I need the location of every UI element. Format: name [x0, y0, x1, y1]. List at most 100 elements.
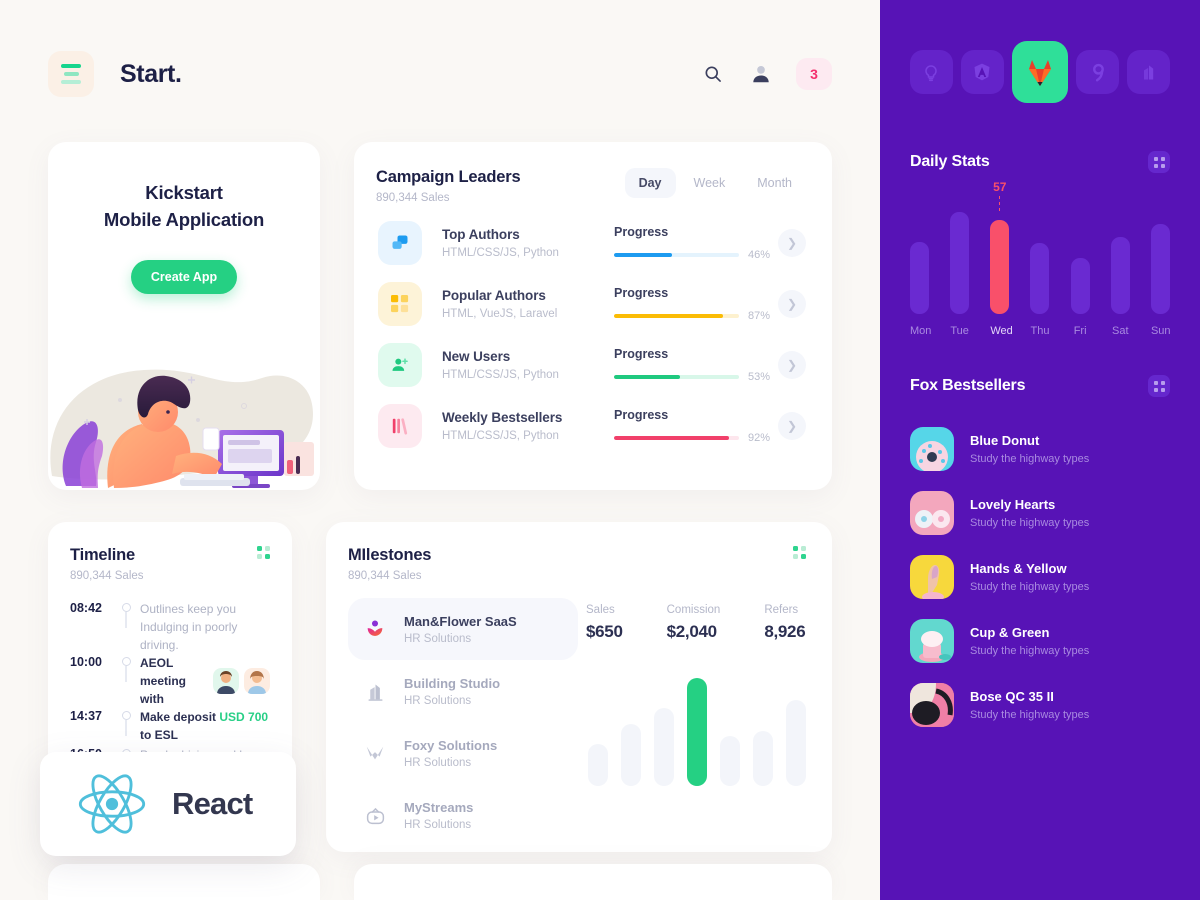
chart-bar — [588, 744, 608, 786]
chevron-right-icon[interactable]: ❯ — [778, 412, 806, 440]
milestone-sub: HR Solutions — [404, 818, 472, 831]
tab-day[interactable]: Day — [624, 168, 676, 198]
react-atom-icon — [78, 774, 146, 834]
stat-value: $650 — [586, 622, 623, 641]
bestseller-sub: Study the highway types — [970, 645, 1090, 657]
angular-app-icon[interactable] — [960, 50, 1004, 94]
milestones-list: Man&Flower SaaS HR Solutions Building St… — [348, 598, 578, 846]
chart-x-label: Mon — [910, 325, 932, 337]
list-item[interactable]: MyStreams HR Solutions — [348, 784, 578, 846]
tv-play-icon — [358, 805, 392, 826]
grid-dots-icon[interactable] — [793, 546, 806, 559]
milestones-body: Man&Flower SaaS HR Solutions Building St… — [348, 598, 806, 846]
avatar[interactable] — [213, 668, 239, 694]
books-icon — [378, 404, 422, 448]
create-app-button[interactable]: Create App — [131, 259, 237, 294]
progress-percent: 92% — [748, 432, 771, 444]
list-item[interactable]: Blue Donut Study the highway types — [910, 417, 1170, 481]
campaign-row-name: Weekly Bestsellers — [442, 410, 563, 425]
daily-stats-title: Daily Stats — [910, 153, 990, 170]
chevron-right-icon[interactable]: ❯ — [778, 229, 806, 257]
milestone-name: Man&Flower SaaS — [404, 613, 517, 629]
chart-x-label: Fri — [1073, 325, 1087, 337]
list-item[interactable]: Building Studio HR Solutions — [348, 660, 578, 722]
notification-badge[interactable]: 3 — [796, 58, 832, 90]
search-icon[interactable] — [700, 61, 726, 87]
nine-app-icon[interactable] — [1076, 50, 1120, 94]
progress-percent: 87% — [748, 310, 771, 322]
bestseller-name: Blue Donut — [970, 433, 1040, 448]
grid-dots-icon[interactable] — [1148, 375, 1170, 397]
progress-track — [614, 253, 739, 257]
building-icon — [358, 681, 392, 702]
campaign-row-tech: HTML/CSS/JS, Python — [442, 247, 559, 259]
list-item[interactable]: Foxy Solutions HR Solutions — [348, 722, 578, 784]
hamburger-logo-icon[interactable] — [48, 51, 94, 97]
kickstart-title-line1: Kickstart — [145, 182, 223, 203]
campaign-row[interactable]: New Users HTML/CSS/JS, Python Progress 5… — [376, 343, 806, 387]
campaign-row[interactable]: Popular Authors HTML, VueJS, Laravel Pro… — [376, 282, 806, 326]
grid-dots-icon[interactable] — [257, 546, 270, 559]
stat-label: Refers — [764, 604, 799, 616]
chart-bar — [910, 241, 929, 314]
list-item[interactable]: Bose QC 35 II Study the highway types — [910, 673, 1170, 737]
timeline-text-before: Make deposit — [140, 710, 220, 724]
chart-bar: 57 — [990, 180, 1010, 314]
list-item[interactable]: Man&Flower SaaS HR Solutions — [348, 598, 578, 660]
campaign-row[interactable]: Weekly Bestsellers HTML/CSS/JS, Python P… — [376, 404, 806, 448]
kickstart-title-line2: Mobile Application — [103, 208, 265, 230]
milestones-bar-chart — [586, 666, 806, 786]
brand-title: Start. — [120, 59, 182, 88]
chat-bubbles-icon — [378, 221, 422, 265]
bestseller-name: Bose QC 35 II — [970, 689, 1054, 704]
chevron-right-icon[interactable]: ❯ — [778, 351, 806, 379]
milestone-name: Building Studio — [404, 675, 501, 691]
tab-month[interactable]: Month — [743, 168, 806, 198]
logo-bar — [63, 72, 79, 76]
row-one: Kickstart Mobile Application Create App — [0, 142, 880, 490]
campaign-subtitle: 890,344 Sales — [376, 192, 450, 204]
stats-row: Sales $650 Comission $2,040 Refers 8,926 — [586, 598, 806, 642]
list-item[interactable]: Hands & Yellow Study the highway types — [910, 545, 1170, 609]
bestsellers-list: Blue Donut Study the highway types Lovely … — [910, 417, 1170, 737]
chevron-right-icon[interactable]: ❯ — [778, 290, 806, 318]
app-switcher — [910, 41, 1171, 103]
progress-percent: 53% — [748, 371, 771, 383]
chart-value-label: 57 — [993, 180, 1007, 195]
bestseller-text: Bose QC 35 II Study the highway types — [970, 689, 1089, 721]
page-title: Campaign Leaders — [376, 168, 521, 186]
timeline-text: Make deposit USD 700 to ESL — [140, 708, 270, 744]
chart-bar — [1030, 243, 1050, 314]
avatar-group — [213, 668, 270, 694]
daily-stats-chart: 57 Mon Tue Wed Thu Fri Sat Sun — [910, 180, 1171, 339]
top-bar: Start. 3 — [0, 0, 880, 100]
lightbulb-app-icon[interactable] — [910, 50, 953, 94]
chart-bar — [950, 212, 970, 314]
bestsellers-header: Fox Bestsellers — [910, 375, 1170, 397]
timeline-text-after: to ESL — [140, 728, 178, 742]
hands-photo — [910, 555, 954, 599]
list-item[interactable]: Lovely Hearts Study the highway types — [910, 481, 1170, 545]
grid-dots-icon[interactable] — [1148, 151, 1170, 173]
timeline-text: AEOL meeting with — [140, 654, 270, 708]
list-item: 10:00 AEOL meeting with — [70, 654, 270, 708]
avatar[interactable] — [244, 668, 270, 694]
stat-value: $2,040 — [666, 622, 718, 641]
list-item: 08:42 Outlines keep you Indulging in poo… — [70, 600, 270, 654]
campaign-row-tech: HTML/CSS/JS, Python — [442, 430, 559, 442]
react-badge-card[interactable]: React — [40, 752, 296, 856]
timeline-time: 08:42 — [70, 601, 102, 615]
list-item[interactable]: Cup & Green Study the highway types — [910, 609, 1170, 673]
chart-bar — [786, 700, 806, 786]
kickstart-card: Kickstart Mobile Application Create App — [48, 142, 320, 490]
cup-photo — [910, 619, 954, 663]
tab-week[interactable]: Week — [680, 168, 740, 198]
bestseller-text: Cup & Green Study the highway types — [970, 625, 1089, 657]
stat-value: 8,926 — [764, 622, 806, 641]
stat-refers: Refers 8,926 — [764, 604, 805, 642]
campaign-row[interactable]: Top Authors HTML/CSS/JS, Python Progress… — [376, 221, 806, 265]
user-icon[interactable] — [748, 61, 774, 87]
building-app-icon[interactable] — [1127, 50, 1171, 94]
timeline-amount: USD 700 — [219, 710, 269, 724]
gitlab-fox-app-icon[interactable] — [1011, 41, 1069, 103]
